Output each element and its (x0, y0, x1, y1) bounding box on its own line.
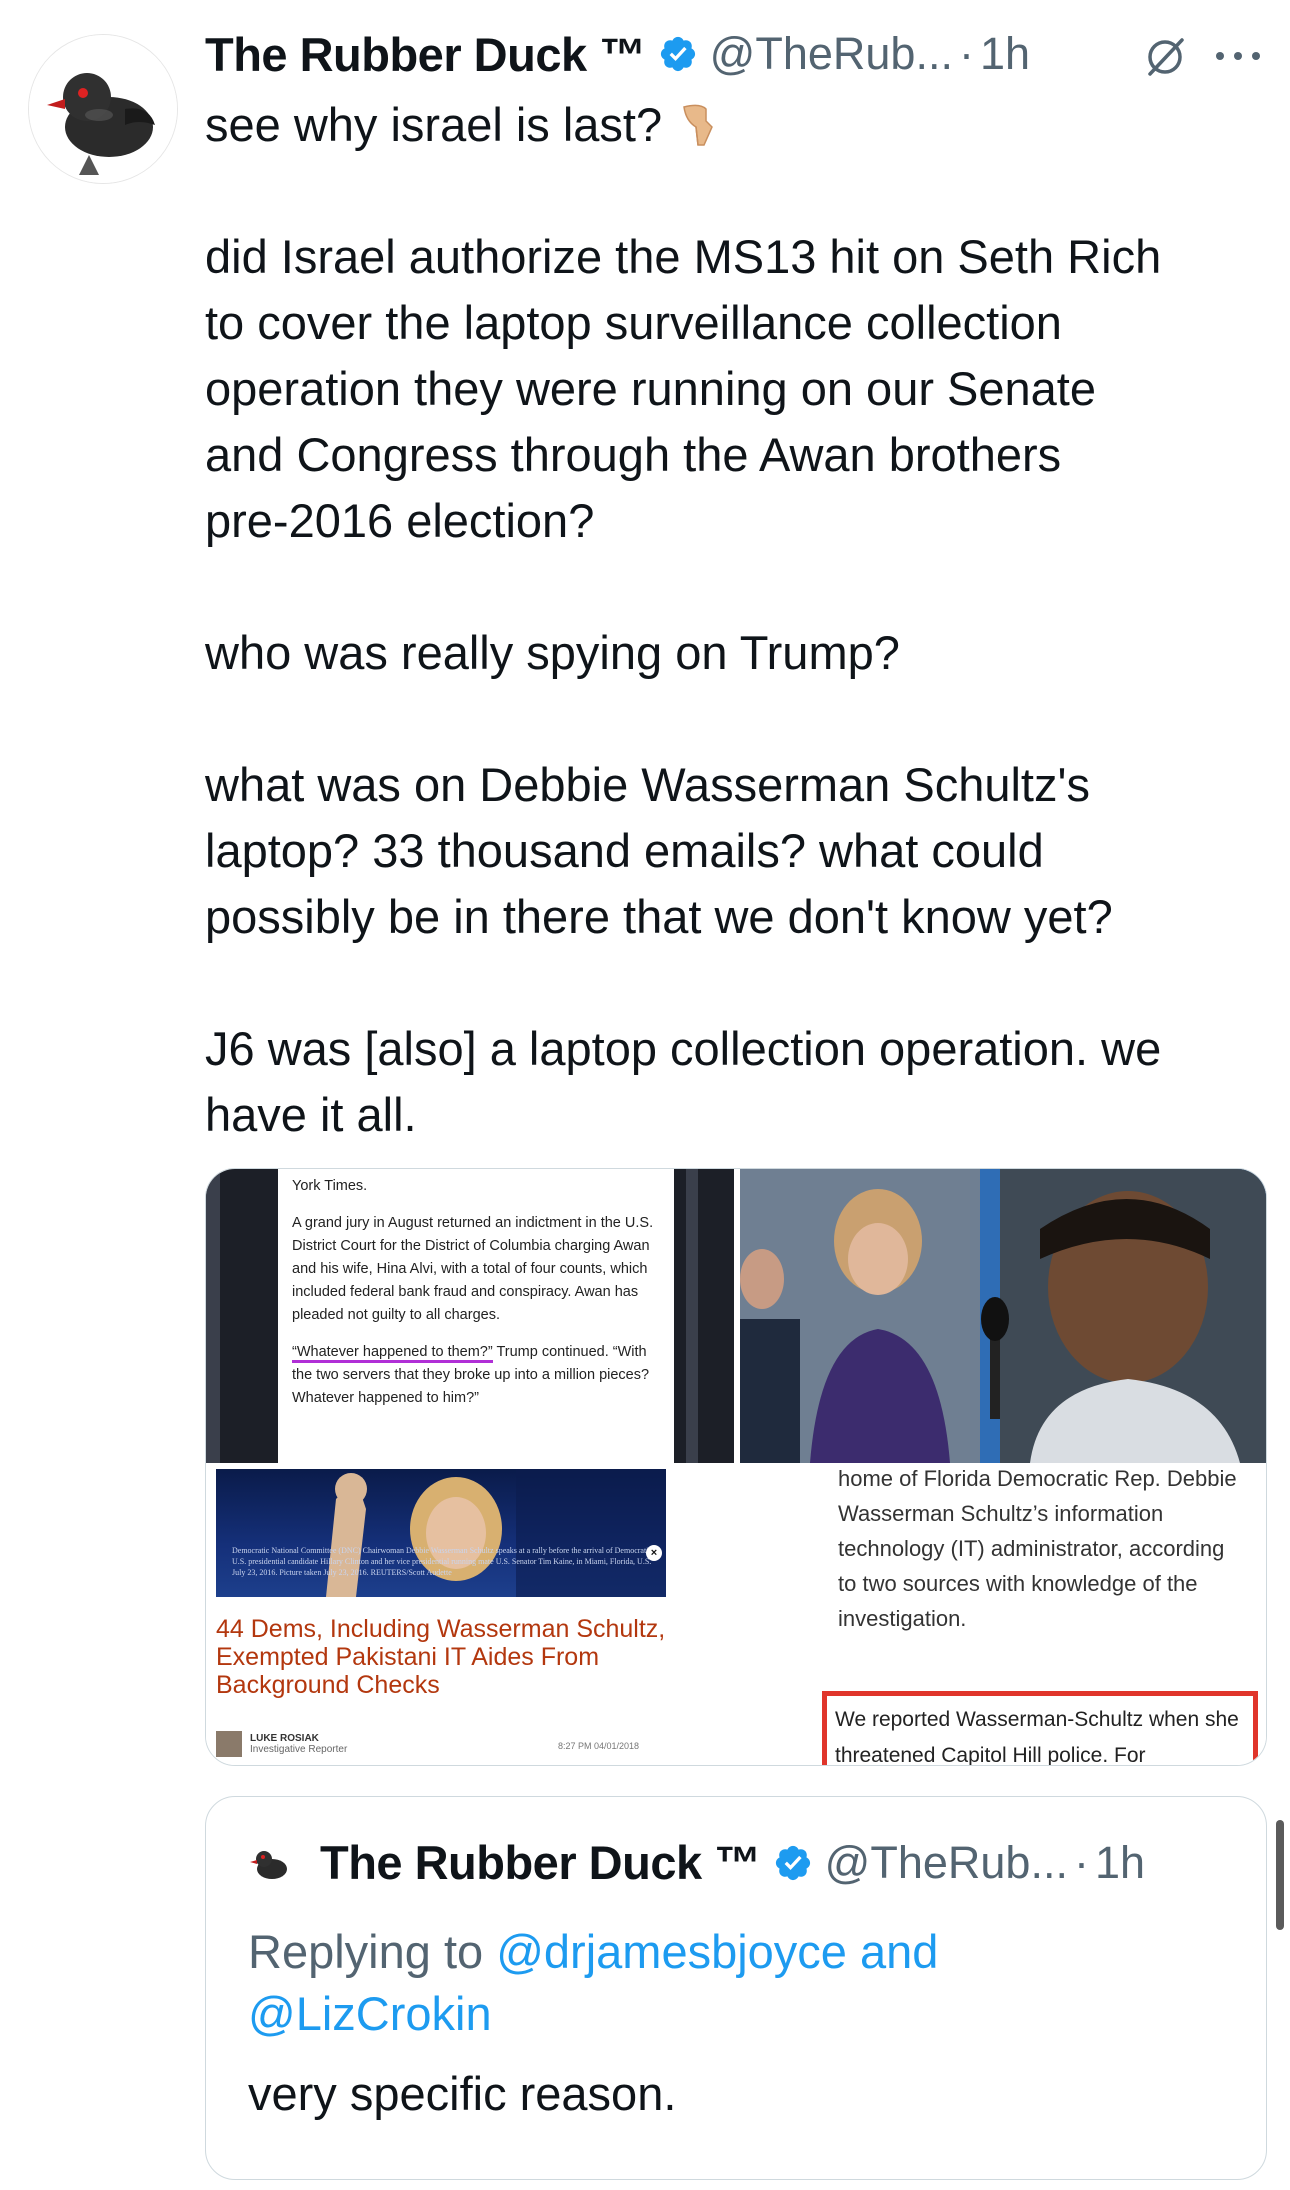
author-handle[interactable]: @TheRub... (710, 28, 953, 80)
quoted-author-name[interactable]: The Rubber Duck ™ (320, 1835, 761, 1890)
tweet-header: The Rubber Duck ™ @TheRub... · 1h (205, 24, 1270, 84)
tweet-line: possibly be in there that we don't know … (205, 890, 1113, 943)
tweet-line: to cover the laptop surveillance collect… (205, 296, 1062, 349)
tweet-text: see why israel is last? did Israel autho… (205, 92, 1265, 1148)
quoted-author-handle[interactable]: @TheRub... (825, 1837, 1068, 1889)
grok-icon[interactable] (1140, 32, 1190, 82)
quoted-tweet-header: The Rubber Duck ™ @TheRub... · 1h (320, 1835, 1145, 1890)
media-image-2[interactable] (740, 1169, 1266, 1463)
more-options-icon[interactable] (1208, 46, 1268, 66)
media-image-3[interactable]: Democratic National Committee (DNC) Chai… (206, 1469, 734, 1765)
underlined-quote: “Whatever happened to them?” (292, 1344, 493, 1363)
tweet-line: pre-2016 election? (205, 494, 595, 547)
tweet-line: did Israel authorize the MS13 hit on Set… (205, 230, 1162, 283)
sidebar-strip (686, 1169, 698, 1463)
mention-link[interactable]: @drjamesbjoyce (496, 1925, 847, 1978)
quoted-author-avatar[interactable] (246, 1839, 294, 1887)
mention-conjunction: and (846, 1925, 939, 1978)
media-image-1[interactable]: York Times. A grand jury in August retur… (206, 1169, 734, 1463)
excerpt-paragraph: A grand jury in August returned an indic… (292, 1215, 654, 1323)
article-excerpt: home of Florida Democratic Rep. Debbie W… (838, 1469, 1237, 1631)
article-photo: Democratic National Committee (DNC) Chai… (216, 1469, 666, 1597)
photo-caption: Democratic National Committee (DNC) Chai… (232, 1546, 652, 1577)
excerpt-line: York Times. (292, 1178, 368, 1194)
tweet-paragraph: who was really spying on Trump? (205, 620, 1265, 686)
header-separator: · (1073, 1836, 1089, 1888)
tweet-paragraph: J6 was [also] a laptop collection operat… (205, 1016, 1265, 1148)
author-role: Investigative Reporter (250, 1744, 348, 1755)
close-icon[interactable]: × (646, 1545, 662, 1561)
tweet-line: and Congress through the Awan brothers (205, 428, 1062, 481)
tweet-time[interactable]: 1h (980, 28, 1030, 80)
author-photo (216, 1731, 242, 1757)
author-name[interactable]: The Rubber Duck ™ (205, 27, 646, 82)
quoted-tweet[interactable]: The Rubber Duck ™ @TheRub... · 1h Replyi… (205, 1796, 1267, 2180)
sidebar-strip (206, 1169, 220, 1463)
photo-people (740, 1169, 1266, 1463)
rubber-duck-avatar-icon (246, 1839, 294, 1887)
replying-to-prefix: Replying to (248, 1925, 497, 1978)
tweet-line: laptop? 33 thousand emails? what could (205, 824, 1044, 877)
mention-link[interactable]: @LizCrokin (248, 1983, 1148, 2045)
tweet-line: have it all. (205, 1088, 417, 1141)
author-avatar[interactable] (28, 34, 178, 184)
rubber-duck-avatar-icon (29, 35, 177, 183)
tweet-line: what was on Debbie Wasserman Schultz's (205, 758, 1090, 811)
tweet-line: operation they were running on our Senat… (205, 362, 1097, 415)
verified-badge-icon (775, 1845, 810, 1880)
scrollbar[interactable] (1276, 1820, 1284, 1930)
article-author: LUKE ROSIAK Investigative Reporter (216, 1731, 347, 1757)
article-headline: 44 Dems, Including Wasserman Schultz, Ex… (216, 1615, 666, 1699)
tweet-paragraph: what was on Debbie Wasserman Schultz's l… (205, 752, 1265, 950)
quoted-tweet-time[interactable]: 1h (1095, 1837, 1145, 1889)
replying-to-line: Replying to @drjamesbjoyce and (248, 1921, 1148, 1983)
tweet-line: who was really spying on Trump? (205, 626, 900, 679)
media-grid: York Times. A grand jury in August retur… (205, 1168, 1267, 1766)
tweet-paragraph: did Israel authorize the MS13 hit on Set… (205, 224, 1265, 554)
article-excerpt: York Times. A grand jury in August retur… (278, 1169, 674, 1463)
tweet-paragraph: see why israel is last? (205, 92, 1265, 158)
author-name: LUKE ROSIAK (250, 1733, 319, 1744)
quoted-tweet-text: very specific reason. (248, 2067, 677, 2120)
highlighted-excerpt: We reported Wasserman-Schultz when she t… (822, 1691, 1258, 1765)
backhand-index-pointing-down-emoji (683, 104, 714, 146)
replying-to: Replying to @drjamesbjoyce and @LizCroki… (248, 1921, 1148, 2045)
article-date: 8:27 PM 04/01/2018 (558, 1741, 640, 1751)
media-image-4[interactable]: home of Florida Democratic Rep. Debbie W… (740, 1469, 1266, 1765)
author-block: LUKE ROSIAK Investigative Reporter (250, 1733, 347, 1755)
tweet-line: J6 was [also] a laptop collection operat… (205, 1022, 1162, 1075)
tweet-line: see why israel is last? (205, 98, 663, 151)
header-separator: · (958, 28, 974, 79)
verified-badge-icon (660, 36, 695, 72)
excerpt-paragraph: “Whatever happened to them?” Trump conti… (292, 1341, 660, 1410)
